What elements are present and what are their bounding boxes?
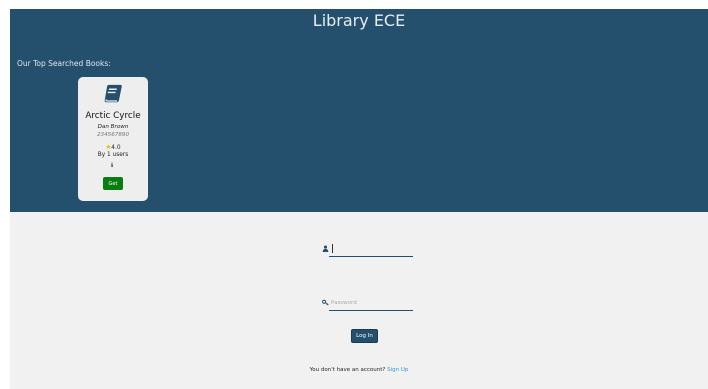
text-cursor <box>332 244 333 253</box>
login-button[interactable]: Log In <box>351 329 378 343</box>
top-books-section: Library ECE Our Top Searched Books: Arct… <box>10 9 708 212</box>
info-icon[interactable]: ℹ <box>111 162 113 169</box>
password-input[interactable] <box>329 296 413 311</box>
password-row <box>322 296 422 312</box>
get-book-button[interactable]: Get <box>103 177 123 190</box>
username-row <box>322 242 422 258</box>
key-icon <box>322 299 329 306</box>
book-card: Arctic Cyrcle Dan Brown 234567890 ★4.0 B… <box>78 77 148 201</box>
username-input[interactable] <box>329 242 413 257</box>
book-icon <box>104 84 122 103</box>
site-title: Library ECE <box>312 11 406 30</box>
signup-prompt-row: You don't have an account? Sign Up <box>10 367 708 373</box>
user-icon <box>322 245 329 252</box>
book-rating: ★4.0 <box>78 143 148 151</box>
book-title: Arctic Cyrcle <box>85 111 141 121</box>
signup-link[interactable]: Sign Up <box>387 367 408 373</box>
rating-users: By 1 users <box>97 152 129 158</box>
rating-value: 4.0 <box>111 145 121 151</box>
login-form: Log In You don't have an account? Sign U… <box>10 212 708 389</box>
book-author: Dan Brown <box>97 124 129 130</box>
book-isbn: 234567890 <box>96 132 130 138</box>
signup-prompt: You don't have an account? <box>309 367 386 373</box>
top-books-label: Our Top Searched Books: <box>17 59 111 68</box>
